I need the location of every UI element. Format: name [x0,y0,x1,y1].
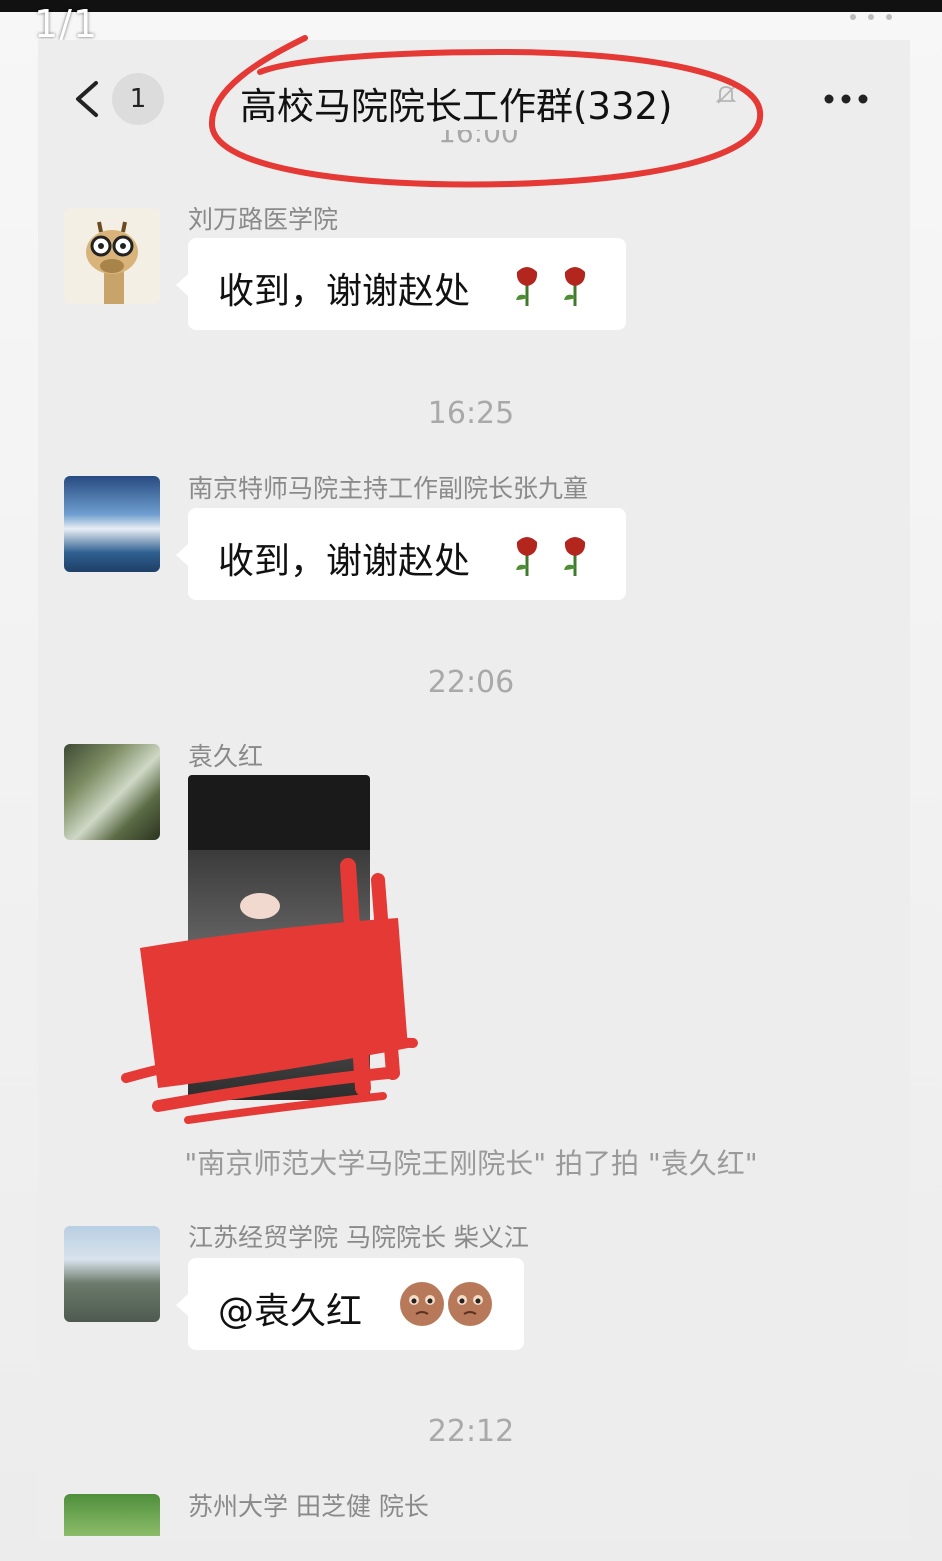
red-censor-scribble [121,858,418,1124]
timestamp: 16:25 [427,396,515,431]
message-text: 收到，谢谢赵处 [218,541,471,582]
rose-icon [564,267,586,306]
pat-system-message: "南京师范大学马院王刚院长" 拍了拍 "袁久红" [184,1147,758,1180]
mute-bell-icon [715,86,737,104]
message-text: 收到，谢谢赵处 [218,271,471,312]
sender-name: 苏州大学 田芝健 院长 [188,1492,429,1521]
chat-title: 高校马院院长工作群(332) [240,85,673,128]
rose-icon [516,267,538,306]
clipped-timestamp: 16:00 [438,130,519,149]
avatar-green[interactable] [64,1494,160,1536]
rose-icon [564,537,586,576]
sender-name: 江苏经贸学院 马院院长 柴义江 [188,1223,529,1252]
sender-name: 刘万路医学院 [188,205,339,234]
message-bubble[interactable]: @袁久红 [176,1258,524,1350]
back-chevron-icon[interactable] [72,80,102,118]
unread-count-badge[interactable]: 1 [112,73,164,125]
timestamp: 22:06 [427,665,515,700]
message-bubble[interactable]: 收到，谢谢赵处 [176,238,626,330]
screenshot-stage: 1/1 1 高校马院院长工作群(332) 16:00 刘万路医学院 收到，谢谢赵… [0,0,942,1561]
cry-face-icon [400,1282,444,1326]
message-bubble[interactable]: 收到，谢谢赵处 [176,508,626,600]
avatar-landscape[interactable] [64,1226,160,1322]
avatar-giraffe[interactable] [64,208,160,304]
sender-name: 袁久红 [188,742,264,771]
message-text: @袁久红 [218,1291,363,1332]
timestamp: 22:12 [427,1414,515,1449]
viewer-menu-dots-icon[interactable] [850,14,892,20]
more-options-icon[interactable] [822,92,870,106]
avatar-cliff[interactable] [64,744,160,840]
sender-name: 南京特师马院主持工作副院长张九童 [188,474,589,503]
avatar-sky[interactable] [64,476,160,572]
viewer-top-bar [0,0,942,12]
rose-icon [516,537,538,576]
cry-face-icon [448,1282,492,1326]
